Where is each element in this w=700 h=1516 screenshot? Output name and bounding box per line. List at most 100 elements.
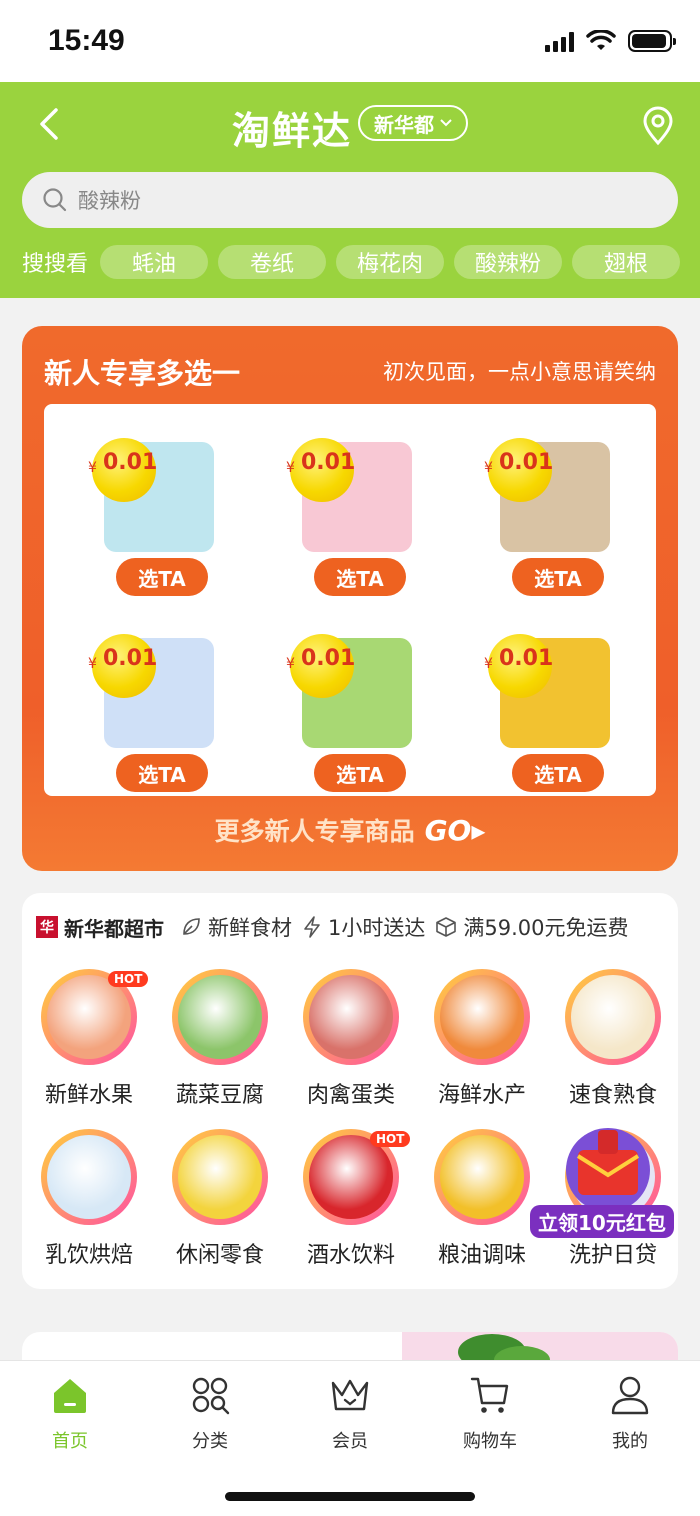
grapefruit-icon (47, 975, 131, 1059)
go-badge: GO▸ (424, 814, 486, 847)
hot-search-tag[interactable]: 卷纸 (218, 245, 327, 279)
select-product-button[interactable]: 选TA (512, 754, 604, 792)
crab-icon (440, 975, 524, 1059)
back-arrow-icon[interactable] (34, 106, 70, 142)
tab-label: 分类 (192, 1431, 228, 1452)
hot-badge: HOT (370, 1131, 411, 1147)
milk-box-icon (47, 1135, 131, 1219)
select-product-button[interactable]: 选TA (116, 754, 208, 792)
price-currency: ¥ (484, 656, 493, 672)
hot-search-tag[interactable]: 翅根 (572, 245, 681, 279)
dumplings-icon (571, 975, 655, 1059)
store-name: 新华都超市 (64, 916, 164, 941)
store-logo: 华 (36, 916, 58, 938)
promo-product[interactable]: ¥0.01 选TA (56, 616, 256, 806)
lightning-icon (304, 916, 320, 938)
profile-icon (611, 1376, 649, 1415)
price-value: 0.01 (301, 450, 356, 475)
app-brand-title: 淘鲜达 (232, 109, 353, 153)
tab-label: 我的 (612, 1431, 648, 1452)
promo-product[interactable]: ¥0.01 选TA (452, 616, 652, 806)
price-value: 0.01 (103, 646, 158, 671)
status-time: 15:49 (48, 24, 125, 57)
red-packet-float[interactable]: 立领10元红包 (528, 1125, 678, 1245)
gift-envelope-icon (566, 1128, 650, 1212)
category-icon (192, 1377, 230, 1415)
feature-label: 1小时送达 (328, 916, 426, 940)
tab-profile[interactable]: 我的 (580, 1373, 680, 1453)
category-label: 休闲零食 (175, 1243, 264, 1268)
hot-search-label: 搜搜看 (22, 252, 89, 277)
select-product-button[interactable]: 选TA (116, 558, 208, 596)
feature-delivery: 1小时送达 (302, 912, 425, 942)
price-currency: ¥ (286, 656, 295, 672)
category-item[interactable]: 速食熟食 (548, 969, 678, 1119)
category-label: 海鲜水产 (437, 1083, 526, 1108)
status-icons (545, 30, 676, 52)
category-label: 蔬菜豆腐 (175, 1083, 264, 1108)
chips-can-icon (178, 1135, 262, 1219)
feature-label: 满59.00元免运费 (463, 916, 629, 940)
tab-category[interactable]: 分类 (160, 1373, 260, 1453)
promo-product-grid: ¥0.01 选TA ¥0.01 选TA ¥0.01 选TA ¥0.01 选TA ¥0.01 选TA… (44, 404, 656, 796)
category-item[interactable]: HOT 新鲜水果 (24, 969, 154, 1119)
promo-product[interactable]: ¥0.01 选TA (56, 420, 256, 610)
home-icon (54, 1379, 86, 1413)
category-item[interactable]: 休闲零食 (155, 1129, 285, 1279)
tab-label: 首页 (52, 1431, 88, 1452)
feature-fresh: 新鲜食材 (180, 912, 292, 942)
category-ring (303, 969, 399, 1065)
vegetables-icon (178, 975, 262, 1059)
price-currency: ¥ (484, 460, 493, 476)
promo-subtitle: 初次见面，一点小意思请笑纳 (383, 360, 656, 384)
search-placeholder: 酸辣粉 (78, 189, 141, 213)
cola-can-icon (309, 1135, 393, 1219)
price-currency: ¥ (88, 656, 97, 672)
feature-label: 新鲜食材 (208, 916, 292, 940)
location-pin-icon[interactable] (640, 106, 676, 146)
hot-search-tag[interactable]: 酸辣粉 (454, 245, 563, 279)
promo-title: 新人专享多选一 (44, 357, 241, 390)
tab-label: 购物车 (463, 1431, 517, 1452)
new-user-promo-card: 新人专享多选一 初次见面，一点小意思请笑纳 ¥0.01 选TA ¥0.01 选TA ¥0… (22, 326, 678, 871)
tab-cart[interactable]: 购物车 (440, 1373, 540, 1453)
category-item[interactable]: 海鲜水产 (417, 969, 547, 1119)
promo-product[interactable]: ¥0.01 选TA (452, 420, 652, 610)
search-input[interactable]: 酸辣粉 (22, 172, 678, 228)
category-ring (172, 1129, 268, 1225)
status-bar: 15:49 (0, 0, 700, 82)
category-item[interactable]: 蔬菜豆腐 (155, 969, 285, 1119)
hot-search-tag[interactable]: 蚝油 (100, 245, 209, 279)
cart-icon (470, 1377, 509, 1413)
red-packet-label: 立领10元红包 (530, 1205, 674, 1238)
category-ring (565, 969, 661, 1065)
category-item[interactable]: HOT 酒水饮料 (286, 1129, 416, 1279)
header: 淘鲜达 新华都 酸辣粉 搜搜看 蚝油 卷纸 梅花肉 酸辣粉 翅根 (0, 82, 700, 298)
leaf-icon (183, 918, 200, 935)
promo-more-link[interactable]: 更多新人专享商品 GO▸ (22, 812, 678, 848)
promo-product[interactable]: ¥0.01 选TA (254, 616, 454, 806)
price-value: 0.01 (499, 450, 554, 475)
category-item[interactable]: 肉禽蛋类 (286, 969, 416, 1119)
category-label: 新鲜水果 (44, 1083, 133, 1108)
select-product-button[interactable]: 选TA (314, 558, 406, 596)
price-value: 0.01 (103, 450, 158, 475)
category-item[interactable]: 乳饮烘焙 (24, 1129, 154, 1279)
hot-search-tag[interactable]: 梅花肉 (336, 245, 445, 279)
category-label: 乳饮烘焙 (44, 1243, 133, 1268)
price-currency: ¥ (286, 460, 295, 476)
search-icon (43, 188, 67, 212)
select-product-button[interactable]: 选TA (314, 754, 406, 792)
category-ring (172, 969, 268, 1065)
app-screen: 15:49 淘鲜达 新华都 酸辣粉 搜搜看 蚝油 卷纸 梅花肉 酸辣粉 翅根 新… (0, 0, 700, 1516)
category-ring (41, 1129, 137, 1225)
hot-badge: HOT (108, 971, 149, 987)
select-product-button[interactable]: 选TA (512, 558, 604, 596)
feature-shipping: 满59.00元免运费 (435, 912, 629, 942)
category-label: 酒水饮料 (306, 1243, 395, 1268)
tab-member[interactable]: 会员 (300, 1373, 400, 1453)
box-icon (436, 917, 457, 937)
tab-home[interactable]: 首页 (20, 1373, 120, 1453)
promo-product[interactable]: ¥0.01 选TA (254, 420, 454, 610)
store-selector[interactable]: 新华都 (358, 105, 468, 141)
